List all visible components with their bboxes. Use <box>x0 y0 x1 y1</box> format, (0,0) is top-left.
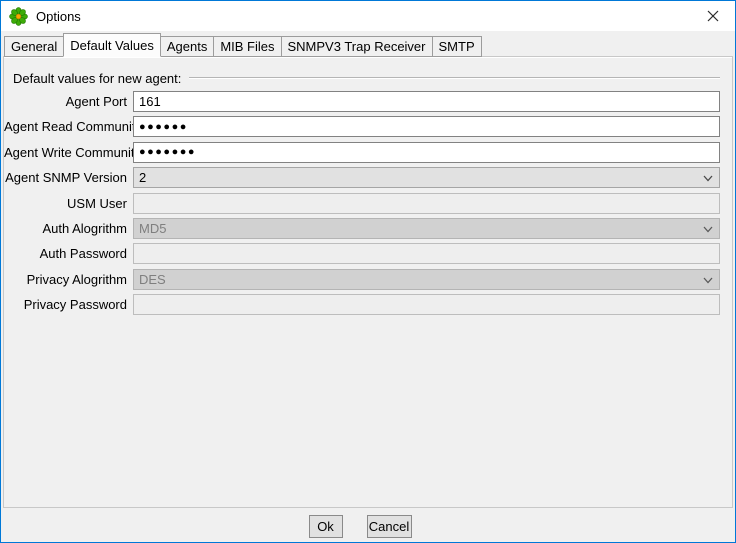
agent-read-community-value: ●●●●●● <box>139 121 188 133</box>
chevron-down-icon <box>703 175 713 182</box>
close-icon <box>707 10 719 22</box>
group-box-line <box>189 77 720 79</box>
agent-port-row: Agent Port 161 <box>4 91 720 112</box>
tab-label: MIB Files <box>220 39 274 54</box>
default-values-pane: Default values for new agent: Agent Port… <box>3 56 733 508</box>
privacy-algorithm-value: DES <box>139 272 166 287</box>
agent-read-community-label: Agent Read Community <box>4 119 133 134</box>
chevron-down-icon <box>703 277 713 284</box>
privacy-algorithm-combo: DES <box>133 269 720 290</box>
auth-password-row: Auth Password <box>4 243 720 264</box>
tab-agents[interactable]: Agents <box>160 36 214 57</box>
close-button[interactable] <box>690 1 735 31</box>
agent-port-label: Agent Port <box>4 94 133 109</box>
title-bar: Options <box>1 1 735 31</box>
privacy-password-label: Privacy Password <box>4 297 133 312</box>
agent-snmp-version-row: Agent SNMP Version 2 <box>4 167 720 188</box>
auth-algorithm-combo: MD5 <box>133 218 720 239</box>
agent-write-community-value: ●●●●●●● <box>139 146 196 158</box>
tab-label: Default Values <box>70 38 154 53</box>
chevron-down-icon <box>703 226 713 233</box>
tab-default-values[interactable]: Default Values <box>63 33 161 57</box>
cancel-button[interactable]: Cancel <box>367 515 412 538</box>
group-box-header: Default values for new agent: <box>13 70 720 86</box>
privacy-algorithm-label: Privacy Alogrithm <box>4 272 133 287</box>
tab-label: SMTP <box>439 39 475 54</box>
auth-algorithm-row: Auth Alogrithm MD5 <box>4 218 720 239</box>
privacy-password-row: Privacy Password <box>4 294 720 315</box>
agent-snmp-version-label: Agent SNMP Version <box>4 170 133 185</box>
usm-user-input <box>133 193 720 214</box>
auth-algorithm-label: Auth Alogrithm <box>4 221 133 236</box>
tab-general[interactable]: General <box>4 36 64 57</box>
default-values-form: Agent Port 161 Agent Read Community ●●●●… <box>4 91 732 315</box>
group-box-title: Default values for new agent: <box>13 71 181 86</box>
privacy-algorithm-row: Privacy Alogrithm DES <box>4 269 720 290</box>
privacy-password-input <box>133 294 720 315</box>
agent-snmp-version-combo[interactable]: 2 <box>133 167 720 188</box>
tab-snmpv3-trap-receiver[interactable]: SNMPV3 Trap Receiver <box>281 36 433 57</box>
tab-label: General <box>11 39 57 54</box>
tab-bar: General Default Values Agents MIB Files … <box>4 33 482 57</box>
tab-label: SNMPV3 Trap Receiver <box>288 39 426 54</box>
options-dialog: Options General Default Values Agents MI… <box>0 0 736 543</box>
ok-button[interactable]: Ok <box>309 515 343 538</box>
usm-user-row: USM User <box>4 193 720 214</box>
window-title: Options <box>36 9 81 24</box>
tab-smtp[interactable]: SMTP <box>432 36 482 57</box>
tab-mib-files[interactable]: MIB Files <box>213 36 281 57</box>
agent-port-value: 161 <box>139 94 161 109</box>
agent-write-community-label: Agent Write Community <box>4 145 133 160</box>
dialog-button-bar: Ok Cancel <box>1 507 735 542</box>
green-flower-app-icon <box>9 7 28 26</box>
agent-port-input[interactable]: 161 <box>133 91 720 112</box>
auth-algorithm-value: MD5 <box>139 221 166 236</box>
auth-password-label: Auth Password <box>4 246 133 261</box>
agent-read-community-row: Agent Read Community ●●●●●● <box>4 116 720 137</box>
agent-snmp-version-value: 2 <box>139 170 146 185</box>
agent-write-community-input[interactable]: ●●●●●●● <box>133 142 720 163</box>
agent-write-community-row: Agent Write Community ●●●●●●● <box>4 142 720 163</box>
tab-label: Agents <box>167 39 207 54</box>
usm-user-label: USM User <box>4 196 133 211</box>
agent-read-community-input[interactable]: ●●●●●● <box>133 116 720 137</box>
auth-password-input <box>133 243 720 264</box>
